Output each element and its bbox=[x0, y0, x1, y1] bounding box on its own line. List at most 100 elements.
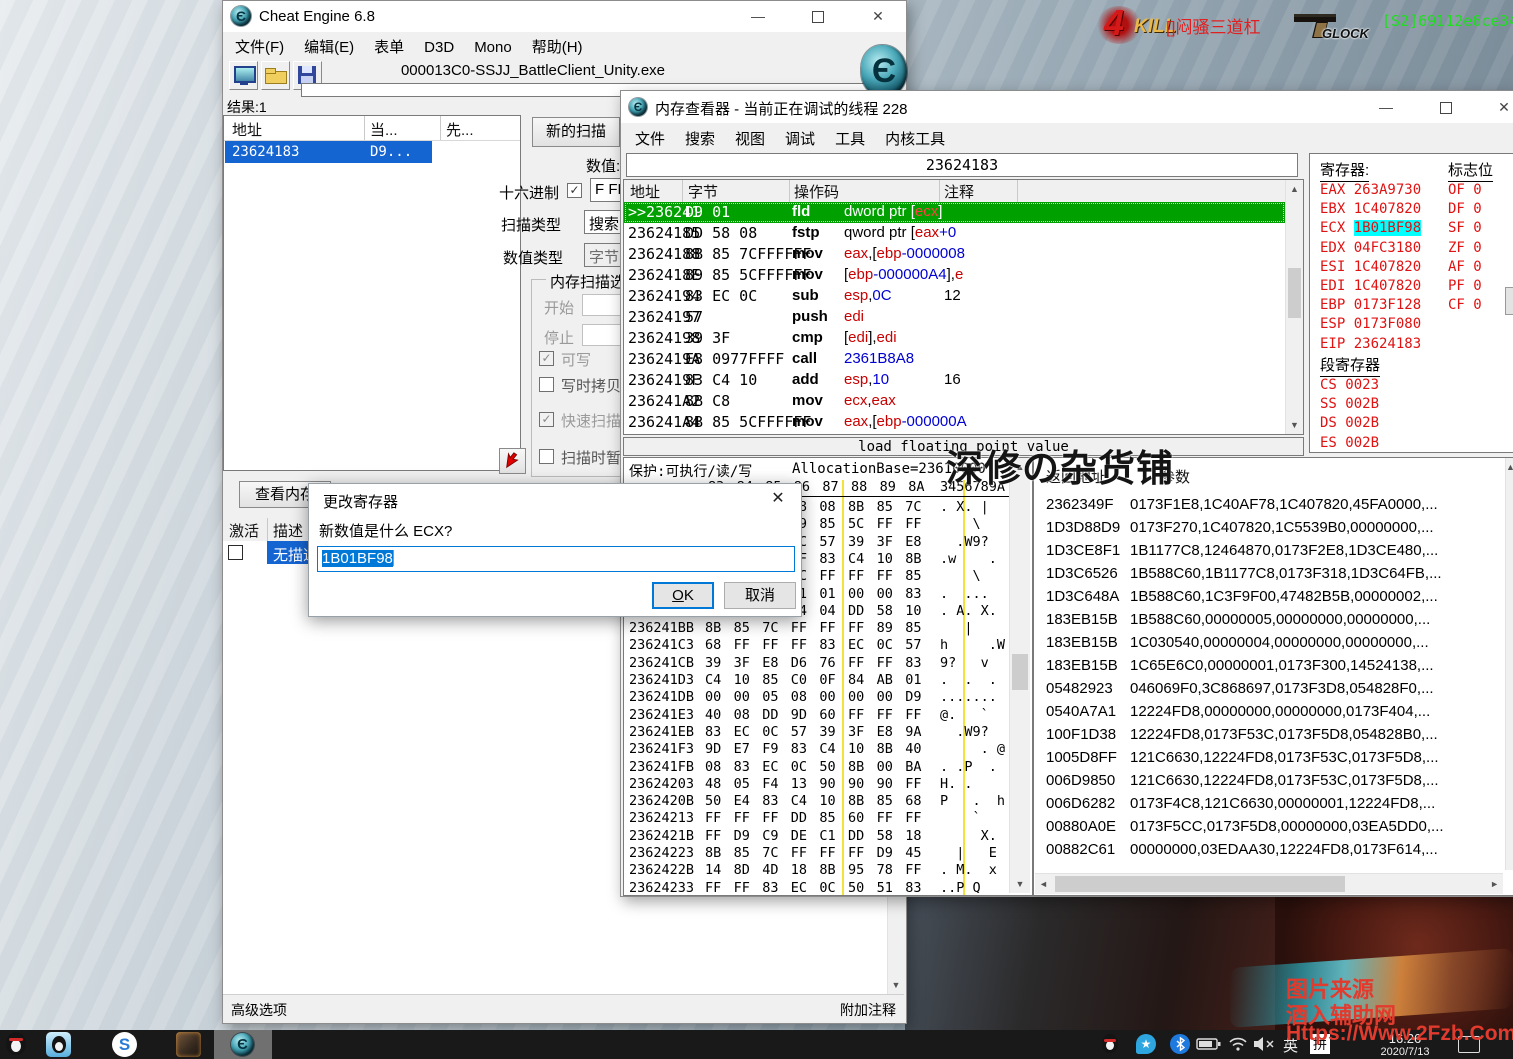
stack-row[interactable]: 183EB15B1B588C60,00000005,00000000,00000… bbox=[1034, 609, 1504, 632]
hex-row[interactable]: 23624233FFFF83EC0C505183..P Q bbox=[624, 880, 1008, 893]
disasm-row[interactable]: 2362419F83 C4 10addesp,1016 bbox=[624, 370, 1285, 391]
mv-menu-item-3[interactable]: 调试 bbox=[775, 124, 825, 153]
ce-minimize-button[interactable]: — bbox=[733, 1, 783, 31]
disasm-row[interactable]: 236241888B 85 7CFFFFFFmoveax,[ebp-000000… bbox=[624, 244, 1285, 265]
tray-battery-icon[interactable] bbox=[1196, 1037, 1222, 1051]
hex-row[interactable]: 236241FB0883EC0C508B00BA. .P . bbox=[624, 759, 1008, 776]
hex-row[interactable]: 2362420B50E483C4108B8568P . h bbox=[624, 793, 1008, 810]
hex-row[interactable]: 2362422B148D4D188B9578FF. M. x bbox=[624, 862, 1008, 879]
disasm-col-opcode[interactable]: 操作码 bbox=[794, 181, 839, 202]
hex-row[interactable]: 236241EB83EC0C57393FE89A .W9? bbox=[624, 724, 1008, 741]
description-column-header[interactable]: 描述 bbox=[273, 520, 303, 541]
hex-row[interactable]: 236241DB00000508000000D9....... bbox=[624, 689, 1008, 706]
select-process-button[interactable] bbox=[229, 61, 258, 90]
hex-row[interactable]: 236241E34008DD9D60FFFFFF@. ` bbox=[624, 707, 1008, 724]
disasm-row[interactable]: 236241A48B 85 5CFFFFFFmoveax,[ebp-000000… bbox=[624, 412, 1285, 433]
mv-menu-item-0[interactable]: 文件 bbox=[625, 124, 675, 153]
taskbar-app-game[interactable] bbox=[176, 1032, 201, 1057]
taskbar-app-penguin1[interactable] bbox=[6, 1032, 26, 1055]
hex-row[interactable]: 2362421BFFD9C9DEC1DD5818 X. bbox=[624, 828, 1008, 845]
register-ecx[interactable]: ECX 1B01BF98 bbox=[1320, 220, 1421, 236]
hex-row[interactable]: 236241BB8B857CFFFFFF8985 | bbox=[624, 620, 1008, 637]
tray-qq-icon[interactable] bbox=[1102, 1034, 1118, 1053]
flag-zf[interactable]: ZF 0 bbox=[1448, 240, 1482, 256]
hex-row[interactable]: 236242034805F413909090FFH. . bbox=[624, 776, 1008, 793]
mv-menu-item-4[interactable]: 工具 bbox=[825, 124, 875, 153]
ce-menu-item-1[interactable]: 编辑(E) bbox=[294, 32, 364, 61]
ce-menu-item-4[interactable]: Mono bbox=[464, 35, 522, 60]
ce-menu-item-5[interactable]: 帮助(H) bbox=[522, 32, 593, 61]
ce-menu-item-3[interactable]: D3D bbox=[414, 35, 464, 60]
cancel-button[interactable]: 取消 bbox=[724, 582, 796, 609]
ce-close-button[interactable]: ✕ bbox=[853, 1, 903, 31]
mv-minimize-button[interactable]: — bbox=[1361, 92, 1411, 122]
tray-tim-icon[interactable]: ★ bbox=[1136, 1034, 1156, 1054]
extra-comment-link[interactable]: 附加注释 bbox=[840, 1000, 896, 1020]
mv-maximize-button[interactable] bbox=[1421, 92, 1471, 122]
hex-row[interactable]: 236241D3C41085C00F84AB01. . . bbox=[624, 672, 1008, 689]
ce-menu-item-0[interactable]: 文件(F) bbox=[225, 32, 294, 61]
hex-row[interactable]: 23624213FFFFFFDD8560FFFF ` bbox=[624, 810, 1008, 827]
disasm-row[interactable]: 2362419839 3Fcmp[edi],edi bbox=[624, 328, 1285, 349]
dialog-titlebar[interactable]: 更改寄存器 ✕ bbox=[309, 484, 801, 514]
disasm-col-comment[interactable]: 注释 bbox=[944, 181, 974, 202]
active-column-header[interactable]: 激活 bbox=[229, 520, 259, 541]
stack-row[interactable]: 0540A7A112224FD8,00000000,00000000,0173F… bbox=[1034, 701, 1504, 724]
stack-row[interactable]: 05482923046069F0,3C868697,0173F3D8,05482… bbox=[1034, 678, 1504, 701]
flag-sf[interactable]: SF 0 bbox=[1448, 220, 1482, 236]
flag-df[interactable]: DF 0 bbox=[1448, 201, 1482, 217]
register-esi[interactable]: ESI 1C407820 bbox=[1320, 259, 1421, 275]
register-eip[interactable]: EIP 23624183 bbox=[1320, 336, 1421, 352]
address-active-checkbox[interactable] bbox=[228, 545, 243, 560]
stack-row[interactable]: 006D9850121C6630,12224FD8,0173F53C,0173F… bbox=[1034, 770, 1504, 793]
flag-cf[interactable]: CF 0 bbox=[1448, 297, 1482, 313]
tray-bluetooth-icon[interactable] bbox=[1170, 1034, 1190, 1054]
registers-side-button-fragment[interactable] bbox=[1505, 287, 1513, 315]
stack-row[interactable]: 1D3C65261B588C60,1B1177C8,0173F318,1D3C6… bbox=[1034, 563, 1504, 586]
register-esp[interactable]: ESP 0173F080 bbox=[1320, 316, 1421, 332]
writable-checkbox[interactable] bbox=[539, 351, 554, 366]
copy-on-write-checkbox[interactable] bbox=[539, 377, 554, 392]
mv-close-button[interactable]: ✕ bbox=[1479, 92, 1513, 122]
ce-menu-item-2[interactable]: 表单 bbox=[364, 32, 414, 61]
fast-scan-checkbox[interactable] bbox=[539, 412, 554, 427]
hex-checkbox[interactable] bbox=[567, 183, 582, 198]
hex-row[interactable]: 236242238B857CFFFFFFD945 | E bbox=[624, 845, 1008, 862]
register-eax[interactable]: EAX 263A9730 bbox=[1320, 182, 1421, 198]
dialog-close-button[interactable]: ✕ bbox=[755, 484, 801, 514]
stack-row[interactable]: 183EB15B1C030540,00000004,00000000,00000… bbox=[1034, 632, 1504, 655]
stack-h-scrollbar[interactable]: ◄ ► bbox=[1035, 873, 1503, 894]
register-edi[interactable]: EDI 1C407820 bbox=[1320, 278, 1421, 294]
stack-row[interactable]: 1D3D88D90173F270,1C407820,1C5539B0,00000… bbox=[1034, 517, 1504, 540]
disasm-row[interactable]: 2362419757pushedi bbox=[624, 307, 1285, 328]
disasm-col-bytes[interactable]: 字节 bbox=[688, 181, 718, 202]
register-edx[interactable]: EDX 04FC3180 bbox=[1320, 240, 1421, 256]
segment-register-es[interactable]: ES 002B bbox=[1320, 435, 1379, 451]
hex-row[interactable]: 236241F39DE7F983C4108B40 . @ bbox=[624, 741, 1008, 758]
disasm-row[interactable]: 23624185DD 58 08fstpqword ptr [eax+0 bbox=[624, 223, 1285, 244]
mv-titlebar[interactable]: Є 内存查看器 - 当前正在调试的线程 228 — ✕ bbox=[621, 91, 1513, 123]
disasm-row[interactable]: 2362419AE8 0977FFFFcall2361B8A8 bbox=[624, 349, 1285, 370]
stack-row[interactable]: 183EB15B1C65E6C0,00000001,0173F300,14524… bbox=[1034, 655, 1504, 678]
dialog-value-input[interactable]: 1B01BF98 bbox=[317, 546, 795, 572]
result-row[interactable]: 23624183 D9... bbox=[225, 141, 432, 163]
tray-wifi-icon[interactable] bbox=[1228, 1036, 1248, 1052]
ce-maximize-button[interactable] bbox=[793, 1, 843, 31]
open-table-button[interactable] bbox=[261, 61, 290, 90]
mv-menu-item-1[interactable]: 搜索 bbox=[675, 124, 725, 153]
segment-register-ds[interactable]: DS 002B bbox=[1320, 415, 1379, 431]
disasm-scrollbar[interactable]: ▲ ▼ bbox=[1285, 180, 1303, 434]
stack-row[interactable]: 1D3C648A1B588C60,1C3F9F00,47482B5B,00000… bbox=[1034, 586, 1504, 609]
disasm-row[interactable]: 236241A28B C8movecx,eax bbox=[624, 391, 1285, 412]
hex-row[interactable]: 236241C368FFFFFF83EC0C57h .W bbox=[624, 637, 1008, 654]
add-address-manually-button[interactable] bbox=[499, 448, 526, 474]
register-ebx[interactable]: EBX 1C407820 bbox=[1320, 201, 1421, 217]
flag-af[interactable]: AF 0 bbox=[1448, 259, 1482, 275]
mv-menu-item-2[interactable]: 视图 bbox=[725, 124, 775, 153]
ce-titlebar[interactable]: Є Cheat Engine 6.8 — ✕ bbox=[223, 1, 906, 32]
flag-of[interactable]: OF 0 bbox=[1448, 182, 1482, 198]
taskbar-app-sogou[interactable]: S bbox=[112, 1032, 137, 1057]
taskbar-app-penguin2[interactable] bbox=[46, 1032, 71, 1057]
results-col-current[interactable]: 当... bbox=[370, 119, 398, 140]
tray-volume-muted-icon[interactable] bbox=[1252, 1036, 1276, 1052]
